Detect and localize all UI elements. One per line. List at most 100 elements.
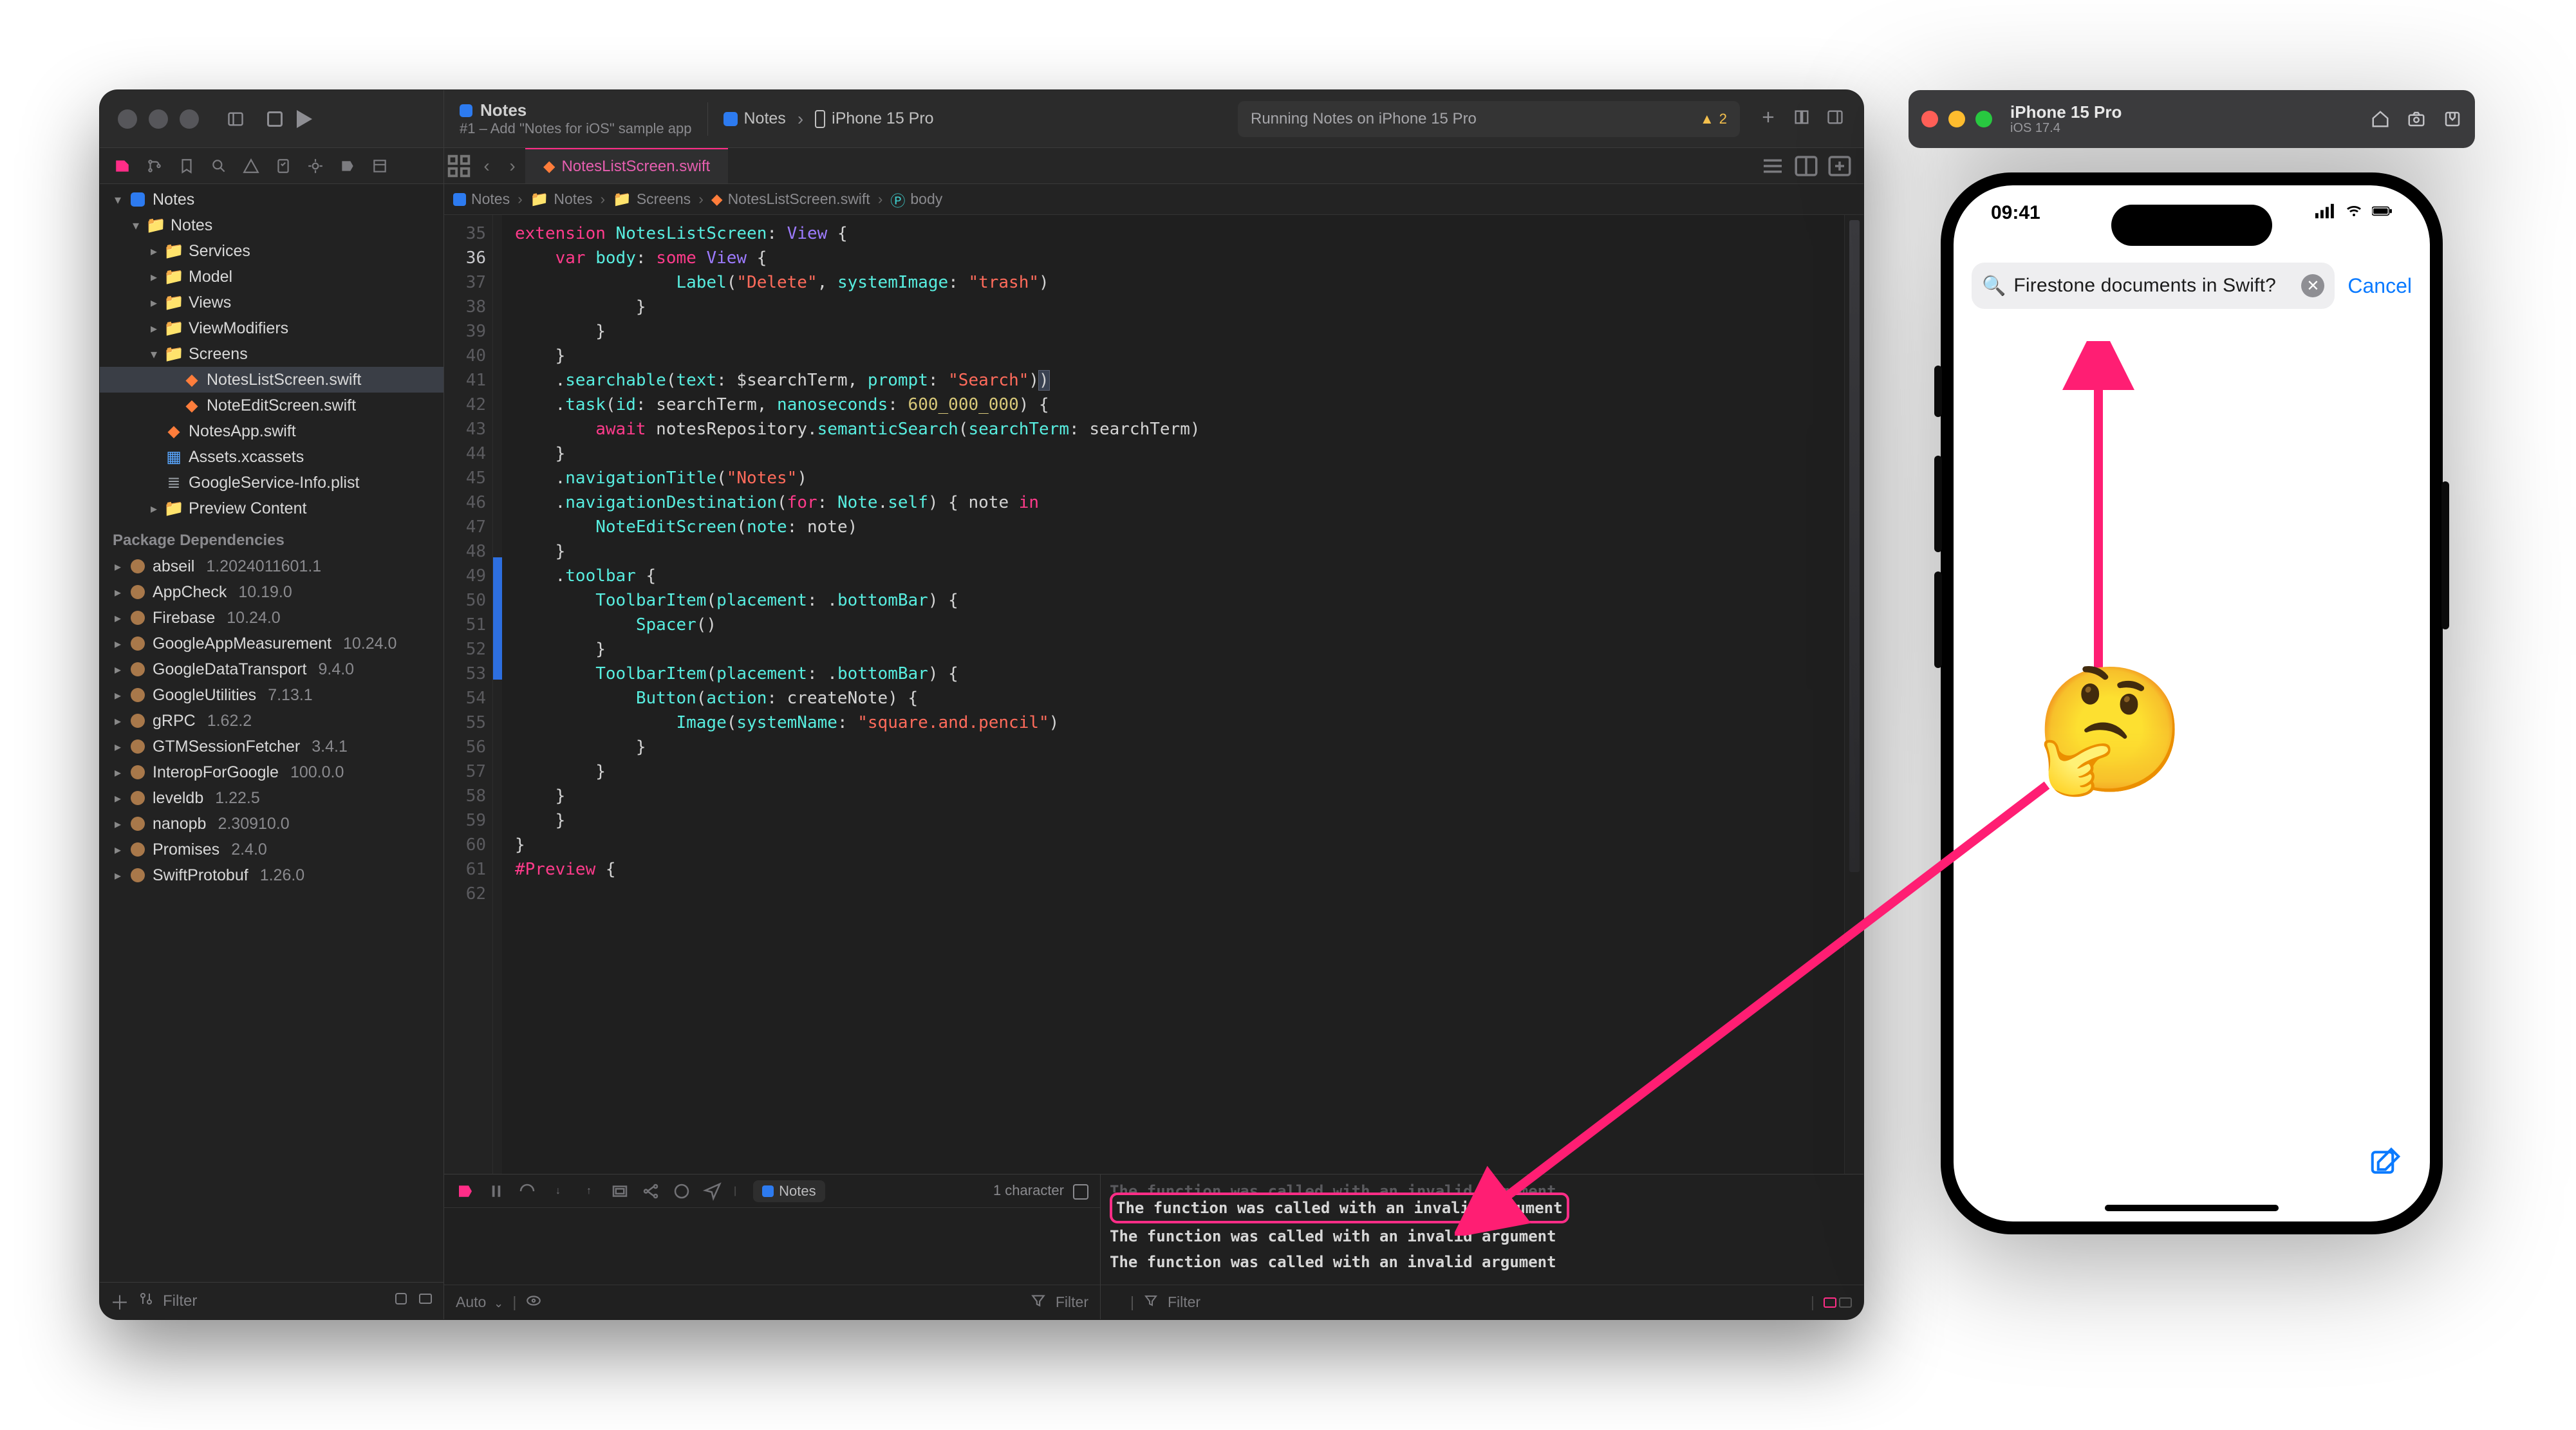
breakpoints-navigator-icon[interactable] [333, 154, 362, 178]
editor-tab-active[interactable]: ◆ NotesListScreen.swift [525, 148, 728, 183]
iphone-screen[interactable]: 09:41 🔍 Firestone documents in Swift? ✕ … [1954, 185, 2430, 1221]
editor-options-icon[interactable] [1759, 153, 1786, 180]
ontop-icon[interactable] [2443, 109, 2462, 129]
variables-scope-selector[interactable]: Auto [456, 1294, 503, 1311]
add-target-icon[interactable]: ＋ [110, 1287, 129, 1315]
cancel-button[interactable]: Cancel [2347, 274, 2412, 298]
history-forward-icon[interactable]: › [499, 148, 525, 183]
folder-preview-content[interactable]: ▸📁Preview Content [100, 496, 443, 521]
zoom-dot[interactable] [1975, 111, 1992, 127]
file-plist[interactable]: ≣GoogleService-Info.plist [100, 470, 443, 496]
related-items-icon[interactable] [444, 148, 474, 183]
package-promises[interactable]: ▸Promises2.4.0 [100, 837, 443, 862]
scm-filter-icon[interactable] [138, 1291, 154, 1311]
add-editor-icon[interactable] [1826, 153, 1853, 180]
issues-navigator-icon[interactable] [236, 154, 266, 178]
debug-navigator-icon[interactable] [301, 154, 330, 178]
home-indicator[interactable] [2105, 1205, 2279, 1211]
stop-button-icon[interactable] [267, 111, 283, 127]
file-notesapp[interactable]: ◆NotesApp.swift [100, 418, 443, 444]
activity-status[interactable]: Running Notes on iPhone 15 Pro 2 [1238, 101, 1740, 137]
home-icon[interactable] [2371, 109, 2390, 129]
compose-button[interactable] [2368, 1145, 2403, 1183]
library-icon[interactable] [1793, 108, 1811, 129]
package-leveldb[interactable]: ▸leveldb1.22.5 [100, 785, 443, 811]
line-gutter[interactable]: 3536373839404142434445464748495051525354… [444, 215, 493, 1174]
bookmarks-navigator-icon[interactable] [172, 154, 201, 178]
find-navigator-icon[interactable] [204, 154, 234, 178]
file-tree[interactable]: ▾ Notes ▾📁 Notes ▸📁Services ▸📁Model ▸📁Vi… [100, 184, 443, 1282]
project-root[interactable]: ▾ Notes [100, 187, 443, 212]
navigator-filter[interactable]: Filter [163, 1292, 384, 1310]
package-firebase[interactable]: ▸Firebase10.24.0 [100, 605, 443, 631]
package-appcheck[interactable]: ▸AppCheck10.19.0 [100, 579, 443, 605]
folder-views[interactable]: ▸📁Views [100, 290, 443, 315]
run-destination[interactable]: Notes iPhone 15 Pro [723, 109, 934, 129]
sim-traffic-lights[interactable] [1921, 111, 1992, 127]
step-over-icon[interactable] [518, 1182, 537, 1201]
package-googledatatransport[interactable]: ▸GoogleDataTransport9.4.0 [100, 656, 443, 682]
package-googleappmeasurement[interactable]: ▸GoogleAppMeasurement10.24.0 [100, 631, 443, 656]
pause-icon[interactable] [487, 1182, 506, 1201]
console-output[interactable]: The function was called with an invalid … [1101, 1175, 1863, 1285]
add-icon[interactable] [1759, 108, 1777, 129]
step-out-icon[interactable]: ↑ [579, 1182, 599, 1201]
project-navigator-icon[interactable] [107, 154, 137, 178]
run-button-icon[interactable] [297, 110, 312, 128]
process-chip[interactable]: Notes [753, 1180, 825, 1202]
pip-icon[interactable] [1073, 1184, 1088, 1200]
package-gtmsessionfetcher[interactable]: ▸GTMSessionFetcher3.4.1 [100, 734, 443, 759]
breakpoints-toggle-icon[interactable] [456, 1182, 475, 1201]
screenshot-icon[interactable] [2407, 109, 2426, 129]
tests-navigator-icon[interactable] [268, 154, 298, 178]
location-icon[interactable] [703, 1182, 722, 1201]
jump-bar[interactable]: Notes 📁Notes 📁Screens ◆NotesListScreen.s… [444, 184, 1863, 215]
minimize-dot[interactable] [149, 109, 168, 129]
source-control-navigator-icon[interactable] [140, 154, 169, 178]
folder-services[interactable]: ▸📁Services [100, 238, 443, 264]
package-interopforgoogle[interactable]: ▸InteropForGoogle100.0.0 [100, 759, 443, 785]
file-assets[interactable]: ▦Assets.xcassets [100, 444, 443, 470]
quicklook-icon[interactable] [525, 1292, 542, 1313]
volume-up[interactable] [1934, 456, 1942, 552]
adjust-editor-icon[interactable] [1793, 153, 1820, 180]
package-googleutilities[interactable]: ▸GoogleUtilities7.13.1 [100, 682, 443, 708]
debug-hierarchy-icon[interactable] [610, 1182, 630, 1201]
search-field[interactable]: 🔍 Firestone documents in Swift? ✕ [1972, 263, 2335, 309]
package-nanopb[interactable]: ▸nanopb2.30910.0 [100, 811, 443, 837]
package-swiftprotobuf[interactable]: ▸SwiftProtobuf1.26.0 [100, 862, 443, 888]
package-grpc[interactable]: ▸gRPC1.62.2 [100, 708, 443, 734]
scheme-selector[interactable]: Notes #1 – Add "Notes for iOS" sample ap… [460, 101, 692, 136]
clear-search-icon[interactable]: ✕ [2301, 274, 2324, 297]
window-traffic-lights[interactable] [100, 109, 217, 129]
reports-navigator-icon[interactable] [365, 154, 395, 178]
close-dot[interactable] [118, 109, 137, 129]
variables-filter-icon[interactable] [1030, 1292, 1047, 1313]
zoom-dot[interactable] [180, 109, 199, 129]
step-into-icon[interactable]: ↓ [548, 1182, 568, 1201]
package-abseil[interactable]: ▸abseil1.2024011601.1 [100, 553, 443, 579]
side-button[interactable] [2441, 481, 2449, 629]
recent-filter-icon[interactable] [393, 1291, 409, 1311]
history-back-icon[interactable]: ‹ [474, 148, 499, 183]
folder-model[interactable]: ▸📁Model [100, 264, 443, 290]
minimap[interactable] [1844, 215, 1863, 1174]
env-overrides-icon[interactable] [672, 1182, 691, 1201]
warning-count[interactable]: 2 [1700, 111, 1727, 127]
code-editor[interactable]: extension NotesListScreen: View { var bo… [502, 215, 1844, 1174]
volume-down[interactable] [1934, 571, 1942, 668]
file-noteslistscreen[interactable]: ◆NotesListScreen.swift [100, 367, 443, 393]
console-filter[interactable]: Filter [1168, 1294, 1200, 1311]
mute-switch[interactable] [1934, 366, 1942, 417]
console-filter-icon[interactable] [1143, 1293, 1159, 1312]
folder-notes[interactable]: ▾📁 Notes [100, 212, 443, 238]
scope-filter-icon[interactable] [418, 1291, 433, 1311]
variables-filter[interactable]: Filter [1056, 1294, 1088, 1311]
sidebar-toggle-icon[interactable] [226, 109, 245, 129]
minimize-dot[interactable] [1948, 111, 1965, 127]
folder-screens[interactable]: ▾📁Screens [100, 341, 443, 367]
inspectors-toggle-icon[interactable] [1826, 108, 1844, 129]
debug-pane-toggle[interactable] [1824, 1297, 1852, 1308]
file-noteeditscreen[interactable]: ◆NoteEditScreen.swift [100, 393, 443, 418]
memory-graph-icon[interactable] [641, 1182, 660, 1201]
